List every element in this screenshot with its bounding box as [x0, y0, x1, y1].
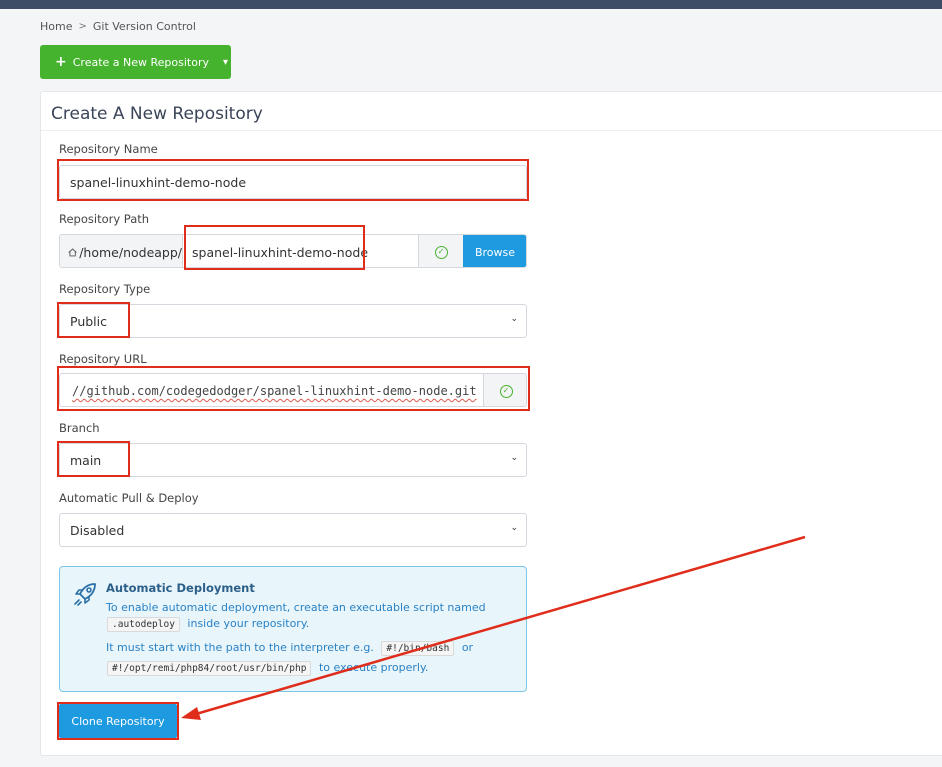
annotation-arrow — [181, 535, 806, 720]
